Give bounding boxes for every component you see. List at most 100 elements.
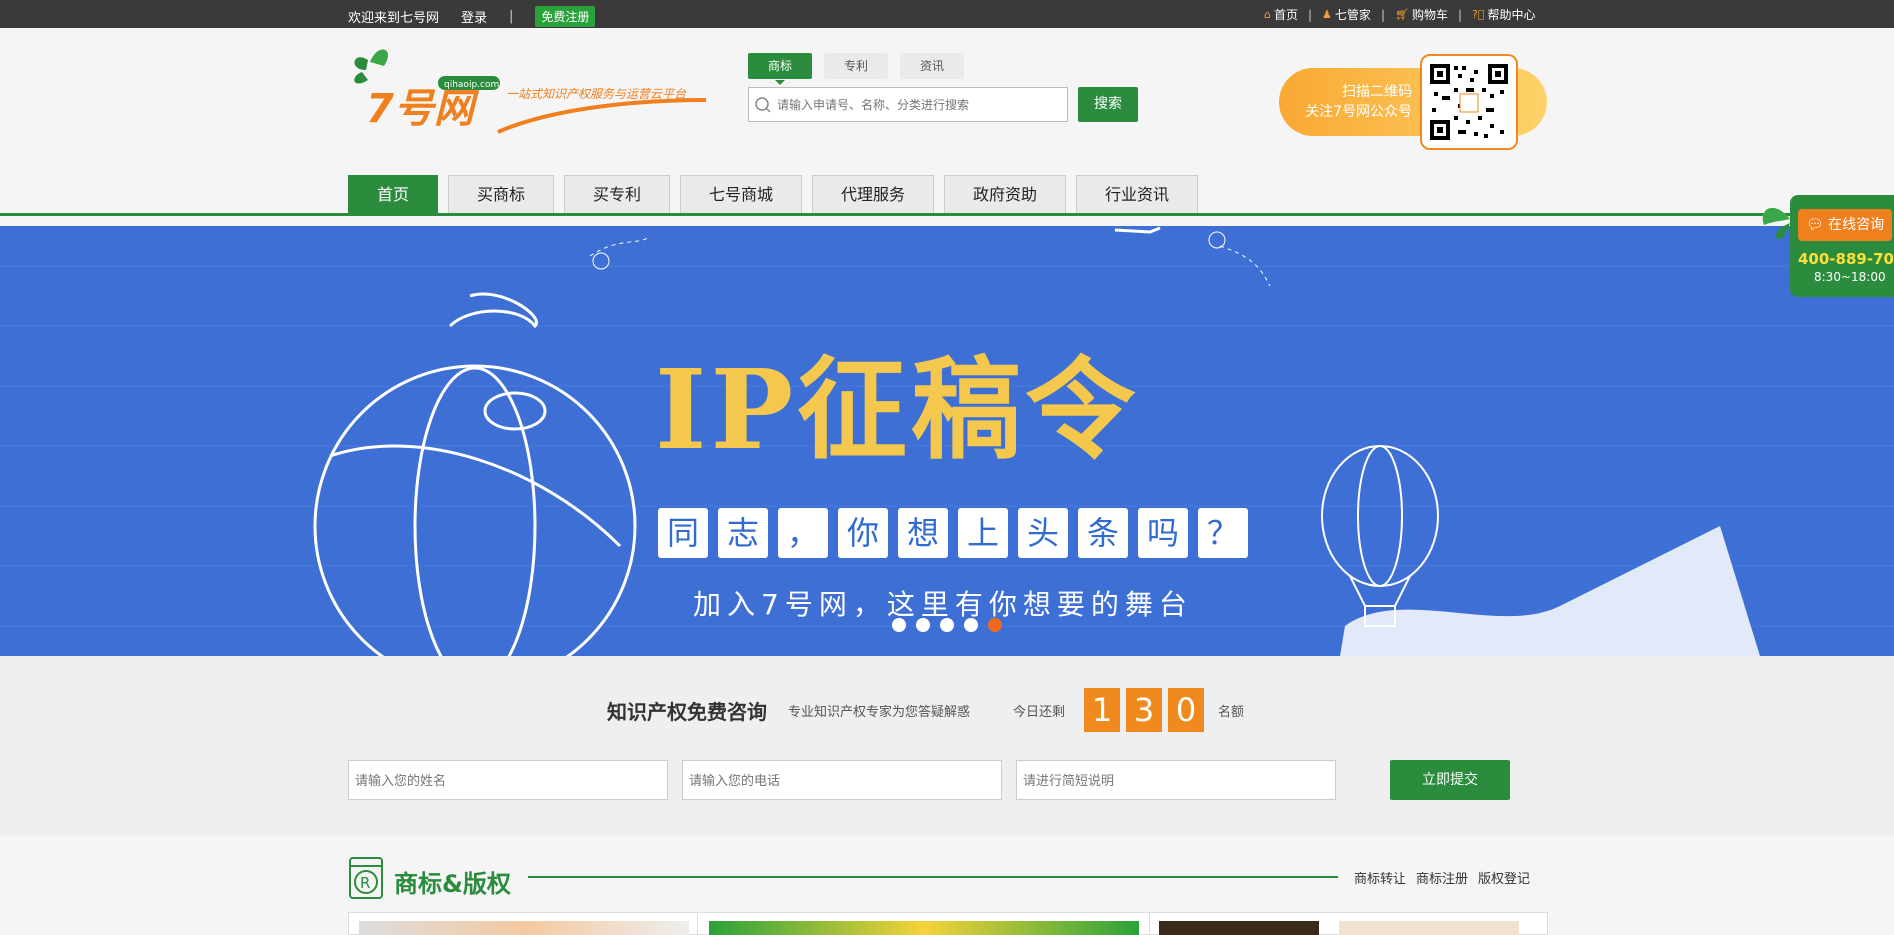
carousel-dots [892, 618, 1002, 632]
headline-char: 吗 [1138, 508, 1188, 558]
headline-char: 条 [1078, 508, 1128, 558]
top-bar-right: ⌂ 首页 | ♟ 七管家 | 🛒︎ 购物车 | ?⃝ 帮助中心 [1264, 6, 1535, 23]
svg-text:R: R [360, 874, 370, 892]
top-bar-left: 欢迎来到七号网 登录 | 免费注册 [348, 6, 596, 27]
top-link-label: 购物车 [1411, 8, 1448, 22]
hero-banner[interactable]: IP征稿令 同 志 ， 你 想 上 头 条 吗 ？ 加入7号网，这里有你想要的舞… [0, 226, 1894, 656]
cart-icon: 🛒︎ [1394, 8, 1409, 21]
headline-char: 想 [898, 508, 948, 558]
nav-item-buy-trademark[interactable]: 买商标 [448, 175, 554, 213]
phone-field [682, 760, 1002, 800]
divider: | [1308, 7, 1313, 22]
link-trademark-transfer[interactable]: 商标转让 [1354, 868, 1406, 887]
leaf-icon [1762, 207, 1790, 239]
top-link-label: 帮助中心 [1487, 8, 1536, 22]
login-link[interactable]: 登录 [461, 7, 487, 26]
section-title: 商标&版权 [394, 870, 511, 898]
headline-char: 上 [958, 508, 1008, 558]
card-image[interactable] [1159, 921, 1319, 935]
carousel-dot[interactable] [940, 618, 954, 632]
chat-icon: 💬︎ [1805, 217, 1824, 233]
divider: | [509, 9, 514, 24]
nav-item-buy-patent[interactable]: 买专利 [564, 175, 670, 213]
banner-headline: 同 志 ， 你 想 上 头 条 吗 ？ [658, 508, 1248, 558]
user-icon: ♟ [1322, 8, 1332, 21]
carousel-dot-active[interactable] [988, 618, 1002, 632]
search-button[interactable]: 搜索 [1078, 87, 1138, 122]
logo-graphic: 7号网 qihaoip.com 一站式知识产权服务与运营云平台 [354, 49, 707, 134]
globe-drawing [313, 292, 637, 656]
section-divider [528, 876, 1338, 878]
nav-item-funding[interactable]: 政府资助 [944, 175, 1066, 213]
nav-item-mall[interactable]: 七号商城 [680, 175, 802, 213]
headline-char: 志 [718, 508, 768, 558]
nav-item-agency[interactable]: 代理服务 [812, 175, 934, 213]
carousel-dot[interactable] [892, 618, 906, 632]
free-consult-section: 知识产权免费咨询 专业知识产权专家为您答疑解惑 今日还剩 1 3 0 名额 立即… [0, 656, 1894, 836]
counter-digit: 0 [1168, 688, 1204, 732]
headline-char: 你 [838, 508, 888, 558]
search-tab-trademark[interactable]: 商标 [748, 53, 812, 85]
card-image[interactable] [709, 921, 1139, 935]
carousel-dot[interactable] [916, 618, 930, 632]
logo-slogan: 一站式知识产权服务与运营云平台 [506, 87, 687, 101]
link-copyright-register[interactable]: 版权登记 [1478, 868, 1530, 887]
divider: | [1380, 7, 1385, 22]
consult-title: 知识产权免费咨询 [607, 700, 767, 724]
logo-text: 7号网 [366, 86, 480, 132]
home-icon: ⌂ [1264, 8, 1271, 21]
card-divider [1149, 913, 1150, 935]
carousel-dot[interactable] [964, 618, 978, 632]
top-link-label: 七管家 [1334, 8, 1371, 22]
top-link-butler[interactable]: ♟ 七管家 [1322, 6, 1371, 23]
name-input[interactable] [349, 761, 667, 799]
hotline-number: 400-889-7080 [1798, 250, 1894, 268]
online-consult-button[interactable]: 💬︎ 在线咨询 [1798, 209, 1892, 241]
floating-service-panel: 💬︎ 在线咨询 400-889-7080 8:30~18:00 [1762, 195, 1894, 297]
phone-input[interactable] [683, 761, 1001, 799]
search-tab-patent[interactable]: 专利 [824, 53, 888, 79]
qr-code [1420, 54, 1518, 150]
description-input[interactable] [1017, 761, 1335, 799]
section-links: 商标转让 商标注册 版权登记 [1354, 868, 1530, 887]
registered-icon: R [349, 857, 383, 899]
qr-promo-text: 扫描二维码 关注7号网公众号 [1297, 82, 1412, 122]
card-image[interactable] [1339, 921, 1519, 935]
top-link-label: 首页 [1273, 8, 1298, 22]
search-input[interactable] [777, 97, 1067, 112]
remaining-counter: 1 3 0 [1084, 688, 1204, 732]
top-bar: 欢迎来到七号网 登录 | 免费注册 ⌂ 首页 | ♟ 七管家 | 🛒︎ 购物车 … [0, 0, 1894, 28]
qr-line-2: 关注7号网公众号 [1305, 104, 1412, 120]
card-image[interactable] [359, 921, 689, 935]
nav-underline [0, 213, 1894, 216]
logo-domain: qihaoip.com [444, 80, 499, 90]
top-link-help[interactable]: ?⃝ 帮助中心 [1472, 6, 1535, 23]
headline-char: 同 [658, 508, 708, 558]
qr-code-image [1430, 64, 1508, 140]
register-button[interactable]: 免费注册 [535, 6, 596, 27]
qr-line-1: 扫描二维码 [1342, 84, 1412, 100]
top-link-cart[interactable]: 🛒︎ 购物车 [1395, 6, 1448, 23]
headline-char: ？ [1198, 508, 1248, 558]
top-link-home[interactable]: ⌂ 首页 [1264, 6, 1298, 23]
search-tabs: 商标 专利 资讯 [748, 53, 964, 85]
balloon-drawing [1321, 445, 1439, 627]
link-trademark-register[interactable]: 商标注册 [1416, 868, 1468, 887]
divider: | [1457, 7, 1463, 22]
search-box [748, 87, 1068, 122]
online-consult-label: 在线咨询 [1828, 217, 1885, 233]
site-logo[interactable]: 7号网 qihaoip.com 一站式知识产权服务与运营云平台 [348, 40, 710, 136]
nav-item-news[interactable]: 行业资讯 [1076, 175, 1198, 213]
search-icon [749, 91, 777, 119]
name-field [348, 760, 668, 800]
description-field [1016, 760, 1336, 800]
nav-item-home[interactable]: 首页 [348, 175, 438, 213]
consult-subtitle: 专业知识产权专家为您答疑解惑 [788, 705, 971, 720]
search-tab-news[interactable]: 资讯 [900, 53, 964, 79]
remaining-unit: 名额 [1218, 705, 1245, 720]
trademark-cards [348, 912, 1548, 935]
welcome-text: 欢迎来到七号网 [348, 11, 440, 26]
counter-digit: 1 [1084, 688, 1120, 732]
submit-button[interactable]: 立即提交 [1390, 760, 1510, 800]
trademark-section-header: R 商标&版权 商标转让 商标注册 版权登记 [348, 856, 1546, 900]
